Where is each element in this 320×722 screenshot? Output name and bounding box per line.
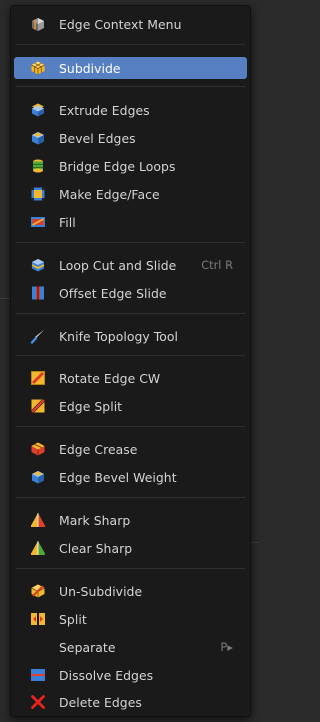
menu-item-label: Knife Topology Tool [59,328,179,344]
menu-item-label: Offset Edge Slide [59,285,167,301]
menu-item-dissolve-edges[interactable]: Dissolve Edges [14,664,247,686]
knife-icon [30,328,46,344]
menu-item-label: Edge Split [59,398,123,414]
delete-icon [30,694,46,710]
submenu-hint: P▸ [220,640,233,654]
bridge-loops-icon [30,158,46,174]
fill-icon [30,214,46,230]
menu-item-label: Delete Edges [59,694,142,710]
menu-item-separate[interactable]: Separate P▸ [14,636,247,658]
menu-item-offset-edge-slide[interactable]: Offset Edge Slide [14,282,247,304]
viewport-grid-line [251,542,259,543]
menu-item-label: Un-Subdivide [59,583,143,599]
rotate-edge-icon [30,370,46,386]
make-face-icon [30,186,46,202]
split-icon [30,611,46,627]
menu-item-split[interactable]: Split [14,608,247,630]
separator [16,86,245,87]
menu-item-label: Rotate Edge CW [59,370,161,386]
edge-split-icon [30,398,46,414]
separator [16,44,245,45]
menu-item-label: Bridge Edge Loops [59,158,176,174]
viewport-grid-line [0,298,10,299]
bevel-icon [30,130,46,146]
menu-item-bevel-edges[interactable]: Bevel Edges [14,127,247,149]
dissolve-icon [30,667,46,683]
menu-title: Edge Context Menu [59,16,182,32]
menu-item-delete-edges[interactable]: Delete Edges [14,691,247,713]
menu-item-label: Bevel Edges [59,130,136,146]
menu-item-bridge-edge-loops[interactable]: Bridge Edge Loops [14,155,247,177]
menu-item-make-edge-face[interactable]: Make Edge/Face [14,183,247,205]
menu-item-label: Separate [59,639,116,655]
separator [16,568,245,569]
mark-sharp-icon [30,512,46,528]
edge-menu-icon [30,16,46,32]
menu-item-label: Subdivide [59,60,121,76]
extrude-icon [30,102,46,118]
crease-icon [30,441,46,457]
menu-item-label: Loop Cut and Slide [59,257,177,273]
bevel-weight-icon [30,469,46,485]
menu-item-knife-topology-tool[interactable]: Knife Topology Tool [14,325,247,347]
offset-slide-icon [30,285,46,301]
menu-item-label: Split [59,611,87,627]
clear-sharp-icon [30,540,46,556]
menu-item-loop-cut-and-slide[interactable]: Loop Cut and Slide Ctrl R [14,254,247,276]
un-subdivide-icon [30,583,46,599]
menu-item-rotate-edge-cw[interactable]: Rotate Edge CW [14,367,247,389]
loop-cut-icon [30,257,46,273]
menu-item-label: Fill [59,214,76,230]
menu-item-edge-bevel-weight[interactable]: Edge Bevel Weight [14,466,247,488]
separator [16,313,245,314]
menu-item-edge-crease[interactable]: Edge Crease [14,438,247,460]
menu-item-label: Make Edge/Face [59,186,160,202]
separator [16,426,245,427]
menu-item-edge-split[interactable]: Edge Split [14,395,247,417]
menu-item-clear-sharp[interactable]: Clear Sharp [14,537,247,559]
menu-item-subdivide[interactable]: Subdivide [14,57,247,79]
edge-context-menu: Edge Context Menu Subdivide Extrude Edge… [10,5,251,717]
separator [16,497,245,498]
menu-item-fill[interactable]: Fill [14,211,247,233]
menu-item-extrude-edges[interactable]: Extrude Edges [14,99,247,121]
menu-item-mark-sharp[interactable]: Mark Sharp [14,509,247,531]
menu-item-label: Mark Sharp [59,512,131,528]
shortcut-hint: Ctrl R [201,258,233,272]
menu-item-label: Edge Bevel Weight [59,469,177,485]
menu-item-label: Dissolve Edges [59,667,154,683]
subdivide-icon [30,60,46,76]
menu-header: Edge Context Menu [11,10,250,38]
separator [16,242,245,243]
menu-item-label: Clear Sharp [59,540,133,556]
menu-item-label: Edge Crease [59,441,138,457]
separator [16,355,245,356]
menu-item-label: Extrude Edges [59,102,150,118]
menu-item-un-subdivide[interactable]: Un-Subdivide [14,580,247,602]
